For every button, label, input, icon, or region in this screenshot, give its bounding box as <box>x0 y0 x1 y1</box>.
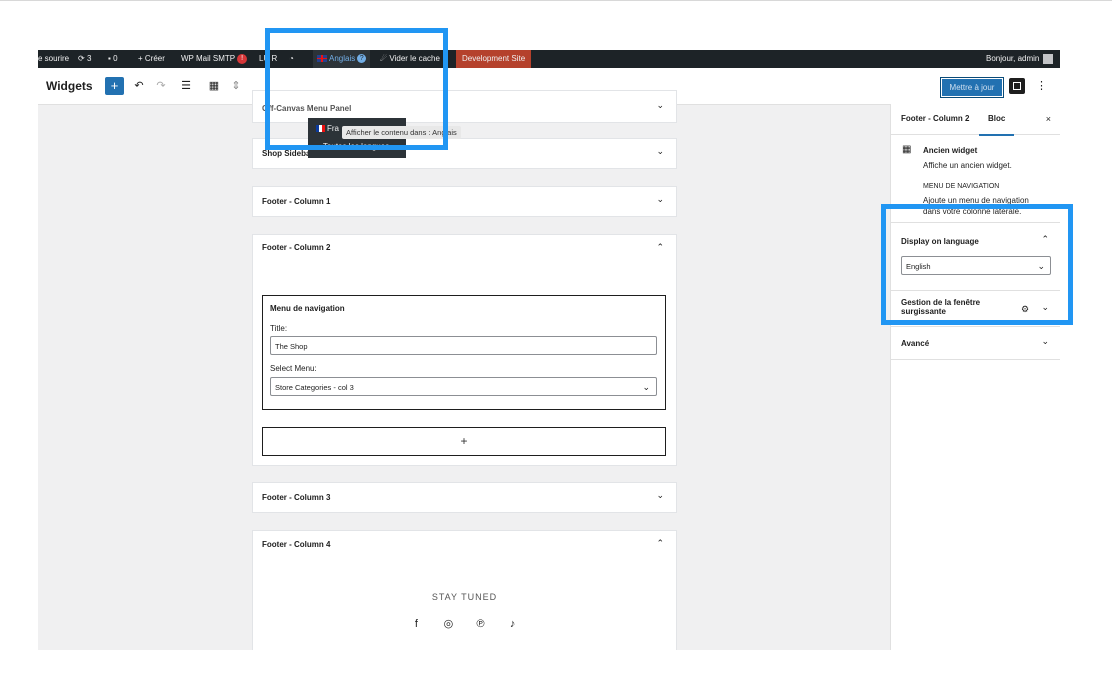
social-icons: f ◎ ℗ ♪ <box>253 617 676 630</box>
admin-bar-mailsmtp[interactable]: WP Mail SMTP! <box>181 50 248 68</box>
editor-app: e sourire ⟳ 3 ▪ 0 + Créer WP Mail SMTP! … <box>38 50 1060 650</box>
chevron-down-icon[interactable]: ⌄ <box>656 490 664 501</box>
add-block-button[interactable]: + <box>105 77 124 95</box>
settings-sidebar: Footer - Column 2 Bloc × ▦ Ancien widget… <box>890 104 1060 650</box>
page-title: Widgets <box>46 79 93 93</box>
chevron-up-icon[interactable]: ⌃ <box>656 242 664 253</box>
nav-heading: MENU DE NAVIGATION <box>923 183 1000 190</box>
update-button[interactable]: Mettre à jour <box>940 77 1004 98</box>
mailsmtp-alert-badge: ! <box>237 53 248 64</box>
redo-icon[interactable]: ↷ <box>155 77 167 95</box>
widget-area-title: Footer - Column 2 <box>262 243 331 252</box>
block-description: Affiche un ancien widget. <box>923 161 1012 170</box>
tab-block[interactable]: Bloc <box>979 104 1015 136</box>
chevron-down-icon[interactable]: ⌄ <box>656 100 664 111</box>
divider <box>891 326 1060 327</box>
chevron-down-icon[interactable]: ⌄ <box>656 146 664 157</box>
block-name: Ancien widget <box>923 146 978 155</box>
widget-area-footer-1[interactable]: Footer - Column 1 ⌄ <box>252 186 677 217</box>
widget-area-title: Footer - Column 3 <box>262 493 331 502</box>
menu-select[interactable]: Store Categories - col 3 ⌄ <box>270 377 657 396</box>
sidebar-tabs: Footer - Column 2 Bloc × <box>891 104 1060 136</box>
admin-bar-create[interactable]: + Créer <box>138 50 165 68</box>
widget-area-title: Shop Sidebar <box>262 149 314 158</box>
widget-title: Menu de navigation <box>270 304 345 313</box>
widget-area-footer-4[interactable]: Footer - Column 4 ⌃ STAY TUNED f ◎ ℗ ♪ <box>252 530 677 650</box>
select-menu-label: Select Menu: <box>270 364 317 373</box>
admin-bar: e sourire ⟳ 3 ▪ 0 + Créer WP Mail SMTP! … <box>38 50 1060 68</box>
highlight-box-language-panel <box>881 204 1073 325</box>
add-widget-button[interactable]: + <box>262 427 666 456</box>
comment-icon: ▪ <box>108 54 111 63</box>
chevron-up-icon[interactable]: ⌃ <box>656 538 664 549</box>
tiktok-icon[interactable]: ♪ <box>498 618 527 630</box>
navigation-menu-widget[interactable]: Menu de navigation Title: The Shop Selec… <box>262 295 666 410</box>
updates-icon: ⟳ <box>78 54 85 63</box>
top-divider <box>0 0 1112 1</box>
stay-tuned-heading: STAY TUNED <box>431 592 498 602</box>
options-menu-icon[interactable]: ⋮ <box>1036 77 1047 95</box>
chevron-down-icon[interactable]: ⌄ <box>1041 336 1049 347</box>
pinterest-icon[interactable]: ℗ <box>466 618 495 630</box>
admin-bar-updates[interactable]: ⟳ 3 <box>78 50 91 68</box>
chevron-down-icon[interactable]: ⌄ <box>656 194 664 205</box>
avatar <box>1043 53 1054 64</box>
calendar-icon[interactable]: ▦ <box>208 77 220 95</box>
widget-area-title: Footer - Column 1 <box>262 197 331 206</box>
chevron-down-icon: ⌄ <box>642 382 650 392</box>
calendar-icon: ▦ <box>902 144 912 155</box>
widget-area-footer-3[interactable]: Footer - Column 3 ⌄ <box>252 482 677 513</box>
title-label: Title: <box>270 324 288 333</box>
advanced-title[interactable]: Avancé <box>901 339 929 348</box>
admin-bar-devsite[interactable]: Development Site <box>456 50 532 68</box>
facebook-icon[interactable]: f <box>402 618 431 630</box>
title-input[interactable]: The Shop <box>270 336 657 355</box>
sidebar-toggle-icon[interactable] <box>1009 78 1025 94</box>
admin-bar-comments[interactable]: ▪ 0 <box>108 50 118 68</box>
tab-widget-area[interactable]: Footer - Column 2 <box>901 104 969 134</box>
list-view-icon[interactable]: ☰ <box>180 77 192 95</box>
divider <box>891 359 1060 360</box>
admin-bar-site[interactable]: e sourire <box>38 50 69 68</box>
instagram-icon[interactable]: ◎ <box>434 617 463 630</box>
widget-area-footer-2[interactable]: Footer - Column 2 ⌃ Menu de navigation T… <box>252 234 677 466</box>
highlight-box-language-menu <box>265 28 448 150</box>
widget-area-title: Footer - Column 4 <box>262 540 331 549</box>
admin-bar-account[interactable]: Bonjour, admin <box>986 50 1054 68</box>
close-icon[interactable]: × <box>1046 104 1051 134</box>
move-arrows-icon[interactable]: ⇕ <box>231 77 241 95</box>
undo-icon[interactable]: ↶ <box>133 77 145 95</box>
